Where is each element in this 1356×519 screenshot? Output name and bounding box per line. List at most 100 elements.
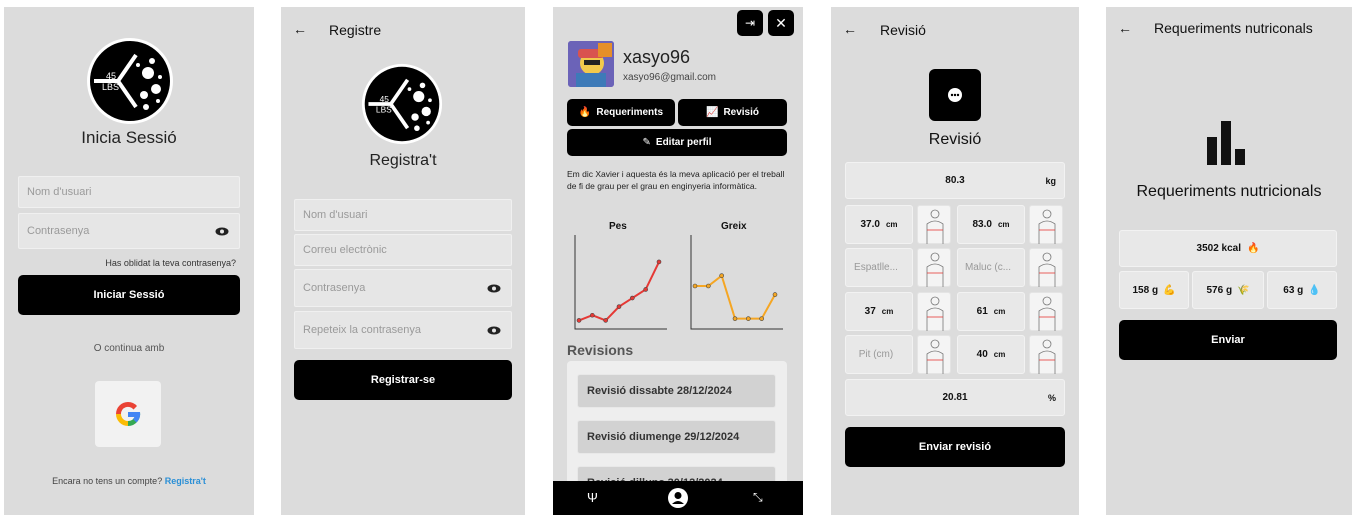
fat-box: 63 g 💧 [1267,271,1337,309]
expand-icon[interactable]: ⤡ [753,490,763,505]
logo-text-45: 45 [380,94,390,104]
fire-icon: 🔥 [1247,243,1260,254]
data-point [772,292,778,297]
login-button[interactable]: Iniciar Sessió [18,275,240,315]
edit-profile-button[interactable]: ✎ Editar perfil [567,129,787,156]
page-title: Revisió [928,131,982,148]
body-figure-icon [917,248,951,287]
cutlery-icon[interactable]: Ψ [587,490,598,505]
measurement-input[interactable]: 61 cm [957,292,1025,331]
measurement-input[interactable]: Pit (cm) [845,335,913,374]
back-arrow-icon[interactable]: ← [843,21,857,37]
google-button[interactable] [95,381,161,447]
trend-icon: 📈 [705,107,719,118]
password-placeholder: Contrasenya [27,225,90,237]
data-point [732,316,738,321]
pencil-icon: ✎ [642,137,651,148]
header-title: Registre [329,22,382,38]
wheat-icon: 🌾 [1237,284,1250,296]
measurement-unit: cm [993,307,1006,316]
weight-value: 80.3 [945,175,965,186]
drop-icon: 💧 [1308,284,1321,296]
body-figure-icon [1029,292,1063,331]
review-item[interactable]: Revisió dissabte 28/12/2024 [577,374,776,408]
data-point [603,318,608,323]
chart-axis [574,235,667,330]
password-input[interactable]: Contrasenya [294,269,512,307]
nutrition-screen: ← Requeriments nutriconals Requeriments … [1106,7,1352,515]
repeat-password-input[interactable]: Repeteix la contrasenya [294,311,512,349]
header-title: Requeriments nutriconals [1154,20,1313,36]
scale-icon [929,69,981,121]
submit-review-button[interactable]: Enviar revisió [845,427,1065,467]
muscle-icon: 💪 [1163,284,1176,296]
app-logo: 45 LBS [86,37,174,125]
page-title: Registra't [369,152,437,169]
send-button[interactable]: Enviar [1119,320,1337,360]
body-figure-icon [917,205,951,244]
logo-text-lbs: LBS [102,82,119,92]
no-account-text: Encara no tens un compte? [52,476,163,486]
fire-icon: 🔥 [578,107,592,118]
avatar[interactable] [568,41,614,87]
google-icon [116,401,141,427]
body-figure-icon [1029,248,1063,287]
app-logo: 45 LBS [361,63,443,145]
measurement-unit: cm [997,220,1010,229]
protein-value: 158 g [1132,284,1159,296]
fat-value: 63 g [1283,284,1304,296]
page-title: Requeriments nutricionals [1136,183,1322,200]
measurement-unit: cm [881,307,894,316]
measurement-value: 37.0 [860,219,880,230]
forgot-password-link[interactable]: Has oblidat la teva contrasenya? [105,258,236,268]
data-point [590,312,595,318]
measurement-value: 61 [976,306,988,317]
weight-input[interactable]: 80.3 kg [845,162,1065,199]
body-figure-icon [1029,205,1063,244]
measurement-input[interactable]: Espatlle... [845,248,913,287]
register-screen: ← Registre 45 LBS Registra't Nom d'usuar… [281,7,525,515]
measurement-input[interactable]: 37.0 cm [845,205,913,244]
username-input[interactable]: Nom d'usuari [18,176,240,208]
register-link[interactable]: Registra't [165,476,206,486]
email-input[interactable]: Correu electrònic [294,234,512,266]
profile-screen: ⇥ ✕ xasyo96 xasyo96@gmail.com 🔥 Requerime… [553,7,803,515]
username-input[interactable]: Nom d'usuari [294,199,512,231]
fat-unit: % [1047,392,1056,403]
measurement-value: 37 [864,306,876,317]
measurement-input[interactable]: 83.0 cm [957,205,1025,244]
data-point [576,318,582,323]
back-arrow-icon[interactable]: ← [1118,20,1132,36]
eye-icon[interactable] [215,227,229,236]
eye-icon[interactable] [487,284,501,293]
close-icon[interactable]: ✕ [768,10,794,36]
profile-icon[interactable] [668,488,688,508]
weight-chart [574,235,667,330]
data-point [746,316,751,321]
back-arrow-icon[interactable]: ← [293,21,307,37]
data-point [692,283,698,289]
body-figure-icon [917,335,951,374]
measurement-input[interactable]: 37 cm [845,292,913,331]
logout-icon[interactable]: ⇥ [737,10,763,36]
carbs-box: 576 g 🌾 [1192,271,1264,309]
weight-unit: kg [1045,175,1056,186]
data-point [616,304,622,309]
bottom-nav: Ψ ⤡ [553,481,803,515]
eye-icon[interactable] [487,326,501,335]
data-point [706,283,711,289]
register-button[interactable]: Registrar-se [294,360,512,400]
tab-review[interactable]: 📈 Revisió [678,99,787,126]
measurement-input[interactable]: Maluc (c... [957,248,1025,287]
measurement-unit: cm [993,350,1006,359]
bio-text: Em dic Xavier i aquesta és la meva aplic… [567,169,785,191]
tab-review-label: Revisió [723,107,760,118]
measurement-value: Maluc (c... [964,262,1012,273]
password-input[interactable]: Contrasenya [18,213,240,249]
measurement-input[interactable]: 40 cm [957,335,1025,374]
edit-profile-label: Editar perfil [655,137,712,148]
body-fat-input[interactable]: 20.81 % [845,379,1065,416]
tab-requirements[interactable]: 🔥 Requeriments [567,99,675,126]
carbs-value: 576 g [1206,284,1233,296]
review-item[interactable]: Revisió diumenge 29/12/2024 [577,420,776,454]
